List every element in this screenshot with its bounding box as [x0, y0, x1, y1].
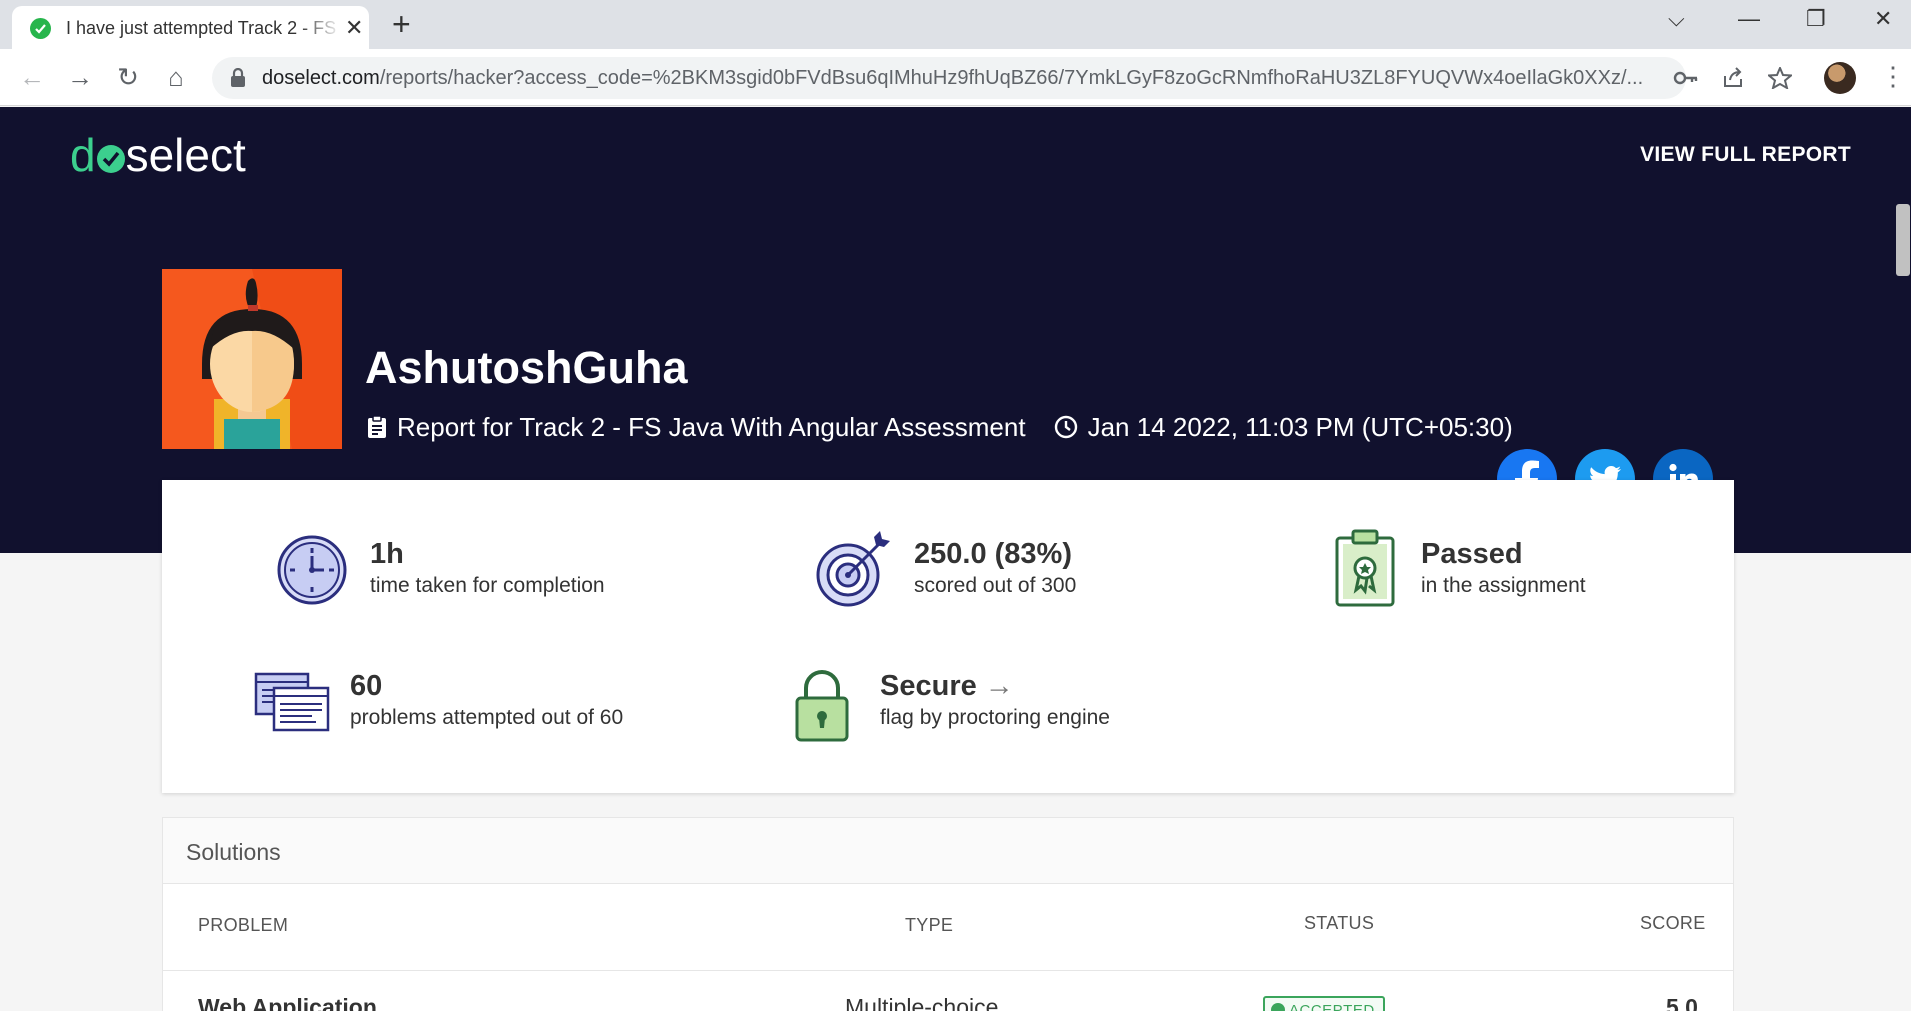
share-icon[interactable]	[1722, 67, 1744, 89]
score-stat: 250.0 (83%) scored out of 300	[914, 536, 1076, 600]
check-favicon-icon	[30, 18, 51, 39]
time-label: time taken for completion	[370, 574, 605, 597]
result-stat: Passed in the assignment	[1421, 536, 1586, 600]
tab-search-icon[interactable]: ⌵	[1668, 6, 1685, 32]
url-text: doselect.com/reports/hacker?access_code=…	[262, 67, 1644, 89]
close-window-icon[interactable]: ✕	[1874, 6, 1892, 32]
view-full-report-link[interactable]: VIEW FULL REPORT	[1640, 143, 1851, 167]
lock-icon	[231, 68, 245, 87]
forward-icon[interactable]: →	[66, 63, 94, 91]
stats-card: 1h time taken for completion 250.0 (83%)…	[162, 480, 1734, 793]
clipboard-icon	[368, 415, 386, 438]
time-value: 1h	[370, 538, 404, 570]
minimize-icon[interactable]: —	[1738, 6, 1760, 32]
problems-stat: 60 problems attempted out of 60	[350, 668, 623, 732]
proctoring-label: flag by proctoring engine	[880, 706, 1110, 729]
status-badge: ACCEPTED	[1263, 996, 1385, 1011]
browser-toolbar: ← → ↻ ⌂ doselect.com/reports/hacker?acce…	[0, 49, 1911, 106]
report-title: Report for Track 2 - FS Java With Angula…	[397, 412, 1026, 442]
documents-icon	[254, 672, 330, 732]
menu-icon[interactable]: ⋮	[1880, 61, 1906, 91]
solutions-table: Solutions PROBLEM TYPE STATUS SCORE Web …	[162, 817, 1734, 1011]
restore-icon[interactable]: ❐	[1806, 6, 1826, 32]
logo-check-icon	[96, 145, 125, 173]
score-label: scored out of 300	[914, 574, 1077, 597]
scrollbar-thumb[interactable]	[1896, 204, 1910, 276]
clock-stat-icon	[277, 535, 347, 605]
browser-tab-bar: I have just attempted Track 2 - FS Java …	[0, 0, 1911, 49]
column-header-problem: PROBLEM	[198, 915, 289, 935]
time-stat: 1h time taken for completion	[370, 536, 605, 600]
profile-avatar[interactable]	[1824, 62, 1856, 94]
report-meta: Report for Track 2 - FS Java With Angula…	[367, 410, 1513, 444]
bookmark-star-icon[interactable]	[1768, 67, 1792, 89]
problem-type: Multiple-choice	[845, 994, 999, 1011]
score-value: 250.0 (83%)	[914, 538, 1072, 570]
username-heading: AshutoshGuha	[365, 342, 688, 393]
home-icon[interactable]: ⌂	[162, 63, 190, 91]
padlock-icon	[795, 670, 849, 742]
clock-icon	[1054, 415, 1077, 439]
column-header-score: SCORE	[1640, 913, 1706, 933]
report-date: Jan 14 2022, 11:03 PM (UTC+05:30)	[1087, 412, 1513, 442]
reload-icon[interactable]: ↻	[114, 63, 142, 91]
proctoring-stat[interactable]: Secure → flag by proctoring engine	[880, 668, 1110, 732]
result-label: in the assignment	[1421, 574, 1586, 597]
proctoring-value: Secure	[880, 670, 977, 702]
certificate-clipboard-icon	[1335, 529, 1395, 607]
problem-link[interactable]: Web Application	[198, 994, 377, 1011]
doselect-logo[interactable]: d select	[70, 125, 246, 185]
arrow-right-icon: →	[984, 670, 1014, 702]
tab-title: I have just attempted Track 2 - FS Java …	[66, 18, 341, 38]
table-divider	[163, 970, 1733, 971]
problems-value: 60	[350, 670, 383, 702]
user-avatar	[162, 269, 342, 449]
problem-score: 5.0	[1666, 994, 1698, 1011]
solutions-title: Solutions	[163, 818, 1733, 884]
new-tab-icon[interactable]: +	[392, 8, 411, 40]
column-header-status: STATUS	[1304, 913, 1375, 933]
column-header-type: TYPE	[905, 915, 954, 935]
result-value: Passed	[1421, 538, 1523, 570]
browser-tab[interactable]: I have just attempted Track 2 - FS Java …	[12, 6, 369, 49]
address-bar[interactable]: doselect.com/reports/hacker?access_code=…	[212, 57, 1792, 99]
back-icon[interactable]: ←	[18, 63, 46, 91]
problems-label: problems attempted out of 60	[350, 706, 624, 729]
target-icon	[816, 531, 890, 607]
close-tab-icon[interactable]: ✕	[345, 15, 363, 41]
key-icon[interactable]	[1673, 67, 1699, 89]
